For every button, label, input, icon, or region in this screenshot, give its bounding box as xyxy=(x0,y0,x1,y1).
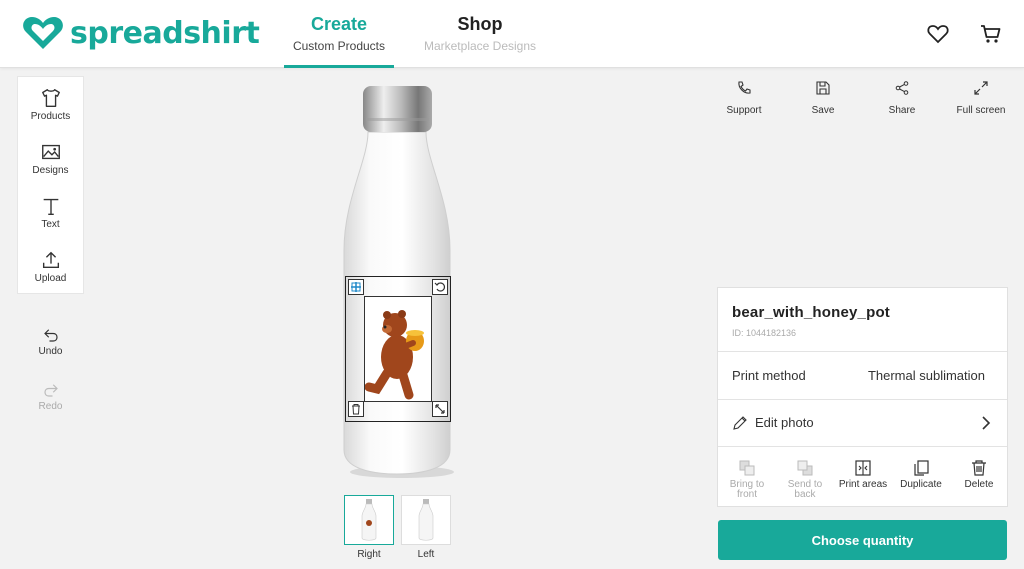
save-button[interactable]: Save xyxy=(788,80,858,116)
rotate-icon xyxy=(434,282,445,292)
move-icon xyxy=(351,282,361,292)
tool-upload-label: Upload xyxy=(34,272,67,284)
fullscreen-label: Full screen xyxy=(956,105,1006,116)
divider xyxy=(718,351,1007,352)
undo-label: Undo xyxy=(38,346,63,357)
send-to-back-icon xyxy=(797,460,813,476)
trash-icon xyxy=(352,404,360,415)
tool-products[interactable]: Products xyxy=(18,77,83,131)
edit-photo-label: Edit photo xyxy=(755,415,814,430)
tools-panel: Products Designs Text Upload xyxy=(17,76,84,294)
duplicate-label: Duplicate xyxy=(900,479,942,490)
undo-button[interactable]: Undo xyxy=(17,326,84,357)
print-method-label: Print method xyxy=(732,368,806,383)
print-areas-label: Print areas xyxy=(838,479,888,490)
bottle-thumbnail xyxy=(418,499,434,541)
undo-icon xyxy=(43,329,58,342)
delete-label: Delete xyxy=(964,479,994,490)
send-to-back-button[interactable]: Send to back xyxy=(776,459,834,500)
resize-handle[interactable] xyxy=(432,401,448,417)
pencil-icon xyxy=(733,416,747,430)
redo-button[interactable]: Redo xyxy=(17,381,84,412)
save-icon xyxy=(816,81,830,95)
cart-icon[interactable] xyxy=(979,22,1003,46)
rotate-handle[interactable] xyxy=(432,279,448,295)
tool-designs-label: Designs xyxy=(32,164,69,176)
brand-name: spreadshirt xyxy=(70,15,260,51)
logo[interactable]: spreadshirt xyxy=(22,14,260,52)
tab-create-subtitle: Custom Products xyxy=(292,39,386,53)
divider xyxy=(718,399,1007,400)
save-label: Save xyxy=(811,105,835,116)
choose-quantity-button[interactable]: Choose quantity xyxy=(718,520,1007,560)
heart-icon[interactable] xyxy=(926,22,950,46)
send-to-back-label: Send to back xyxy=(787,479,823,500)
print-method-value[interactable]: Thermal sublimation xyxy=(868,368,985,383)
design-id: ID: 1044182136 xyxy=(732,328,797,338)
fullscreen-icon xyxy=(974,81,988,95)
duplicate-icon xyxy=(914,460,929,476)
phone-icon xyxy=(738,81,751,94)
tab-create[interactable]: Create Custom Products xyxy=(284,14,394,68)
heart-logo-icon xyxy=(23,17,63,49)
delete-handle[interactable] xyxy=(348,401,364,417)
resize-icon xyxy=(435,404,445,414)
upload-icon xyxy=(42,251,59,268)
text-icon xyxy=(43,198,58,215)
bring-to-front-button[interactable]: Bring to front xyxy=(718,459,776,500)
design-name: bear_with_honey_pot xyxy=(732,304,890,321)
bring-to-front-icon xyxy=(739,460,755,476)
divider xyxy=(718,446,1007,447)
tab-shop[interactable]: Shop Marketplace Designs xyxy=(418,14,542,53)
share-button[interactable]: Share xyxy=(867,80,937,116)
print-areas-icon xyxy=(855,460,871,476)
trash-icon xyxy=(972,460,986,476)
duplicate-button[interactable]: Duplicate xyxy=(892,459,950,490)
tool-upload[interactable]: Upload xyxy=(18,239,83,293)
tool-designs[interactable]: Designs xyxy=(18,131,83,185)
view-right-label: Right xyxy=(357,549,381,560)
bring-to-front-label: Bring to front xyxy=(729,479,765,500)
view-thumb-right[interactable] xyxy=(344,495,394,545)
image-icon xyxy=(41,144,60,159)
design-panel: bear_with_honey_pot ID: 1044182136 Print… xyxy=(717,287,1008,507)
chevron-right-icon xyxy=(982,416,991,430)
view-thumb-left[interactable] xyxy=(401,495,451,545)
design-image[interactable] xyxy=(364,296,432,402)
view-left-label: Left xyxy=(417,549,435,560)
tab-shop-subtitle: Marketplace Designs xyxy=(423,39,537,53)
tool-text[interactable]: Text xyxy=(18,185,83,239)
tshirt-icon xyxy=(41,88,60,107)
print-areas-button[interactable]: Print areas xyxy=(834,459,892,490)
tab-shop-title: Shop xyxy=(457,14,503,34)
redo-label: Redo xyxy=(38,401,63,412)
tab-create-title: Create xyxy=(310,14,368,34)
tool-text-label: Text xyxy=(41,218,60,230)
support-label: Support xyxy=(726,105,762,116)
share-label: Share xyxy=(888,105,916,116)
support-button[interactable]: Support xyxy=(709,80,779,116)
move-handle[interactable] xyxy=(348,279,364,295)
tool-products-label: Products xyxy=(30,110,71,122)
redo-icon xyxy=(43,384,58,397)
delete-button[interactable]: Delete xyxy=(950,459,1008,490)
bear-with-honey-pot-image xyxy=(364,310,424,400)
fullscreen-button[interactable]: Full screen xyxy=(946,80,1016,116)
top-header: spreadshirt Create Custom Products Shop … xyxy=(0,0,1024,68)
bottle-thumbnail xyxy=(361,499,377,541)
share-icon xyxy=(895,81,909,95)
